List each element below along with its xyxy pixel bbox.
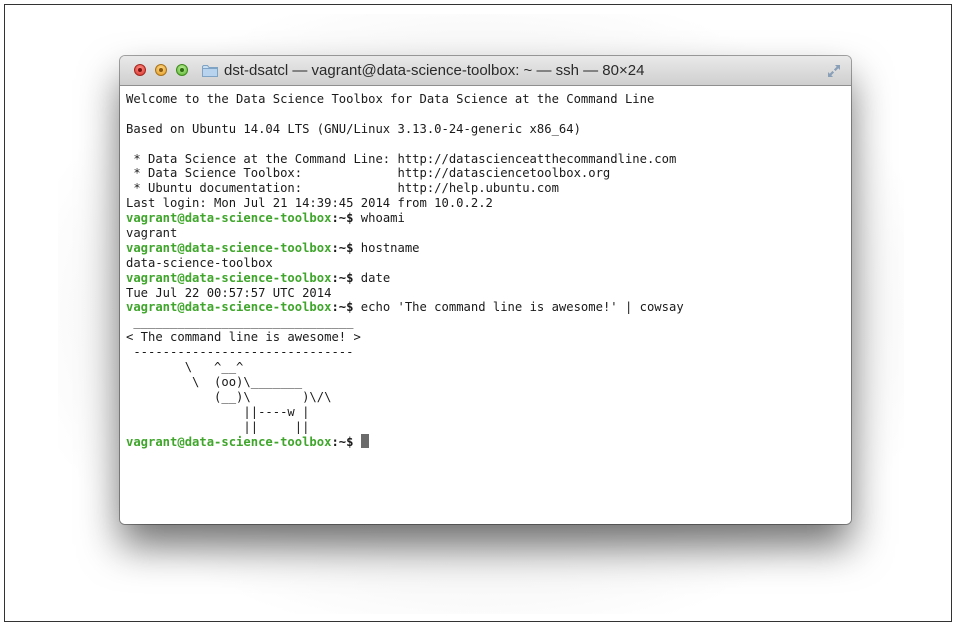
command-text: hostname [353,240,420,255]
terminal-window: dst-dsatcl — vagrant@data-science-toolbo… [120,56,851,524]
command-text [353,435,360,449]
close-button[interactable] [134,64,146,76]
terminal-line: data-science-toolbox [126,255,273,270]
folder-icon [202,65,218,77]
prompt-suffix: :~$ [331,435,354,450]
terminal-line: Based on Ubuntu 14.04 LTS (GNU/Linux 3.1… [126,121,581,136]
cowsay-line: (__)\ )\/\ [126,389,332,404]
command-text: whoami [353,211,405,226]
prompt-suffix: :~$ [331,211,354,226]
cowsay-line: < The command line is awesome! > [126,330,361,345]
title-bar[interactable]: dst-dsatcl — vagrant@data-science-toolbo… [120,56,851,86]
terminal-line: Last login: Mon Jul 21 14:39:45 2014 fro… [126,196,493,211]
cowsay-line: ------------------------------ [126,345,354,360]
terminal-output[interactable]: Welcome to the Data Science Toolbox for … [120,86,851,524]
cowsay-line: ||----w | [126,404,310,419]
prompt-line: vagrant@data-science-toolbox:~$ [126,434,851,449]
prompt-suffix: :~$ [331,270,354,285]
prompt-suffix: :~$ [331,300,354,315]
terminal-line: Tue Jul 22 00:57:57 UTC 2014 [126,285,332,300]
minimize-icon [159,68,163,72]
prompt-line: vagrant@data-science-toolbox:~$ hostname [126,241,851,256]
prompt-line: vagrant@data-science-toolbox:~$ whoami [126,211,851,226]
command-text: echo 'The command line is awesome!' | co… [353,300,684,315]
cowsay-line: \ ^__^ [126,360,244,375]
prompt-user-host: vagrant@data-science-toolbox [126,300,332,315]
terminal-line: * Data Science at the Command Line: http… [126,151,677,166]
minimize-button[interactable] [155,64,167,76]
prompt-user-host: vagrant@data-science-toolbox [126,270,332,285]
cowsay-line: ______________________________ [126,315,354,330]
prompt-line: vagrant@data-science-toolbox:~$ date [126,271,851,286]
zoom-button[interactable] [176,64,188,76]
prompt-suffix: :~$ [331,240,354,255]
terminal-line: * Data Science Toolbox: http://datascien… [126,166,611,181]
cowsay-line: || || [126,419,310,434]
prompt-user-host: vagrant@data-science-toolbox [126,211,332,226]
terminal-line: vagrant [126,226,178,241]
prompt-user-host: vagrant@data-science-toolbox [126,240,332,255]
close-icon [138,68,142,72]
cowsay-line: \ (oo)\_______ [126,374,303,389]
prompt-line: vagrant@data-science-toolbox:~$ echo 'Th… [126,300,851,315]
terminal-line: Welcome to the Data Science Toolbox for … [126,92,655,106]
zoom-icon [180,68,184,72]
prompt-user-host: vagrant@data-science-toolbox [126,435,332,450]
command-text: date [353,270,391,285]
fullscreen-icon[interactable] [827,64,841,78]
terminal-line: * Ubuntu documentation: http://help.ubun… [126,181,559,196]
terminal-cursor[interactable] [360,434,369,449]
window-title: dst-dsatcl — vagrant@data-science-toolbo… [224,62,645,79]
